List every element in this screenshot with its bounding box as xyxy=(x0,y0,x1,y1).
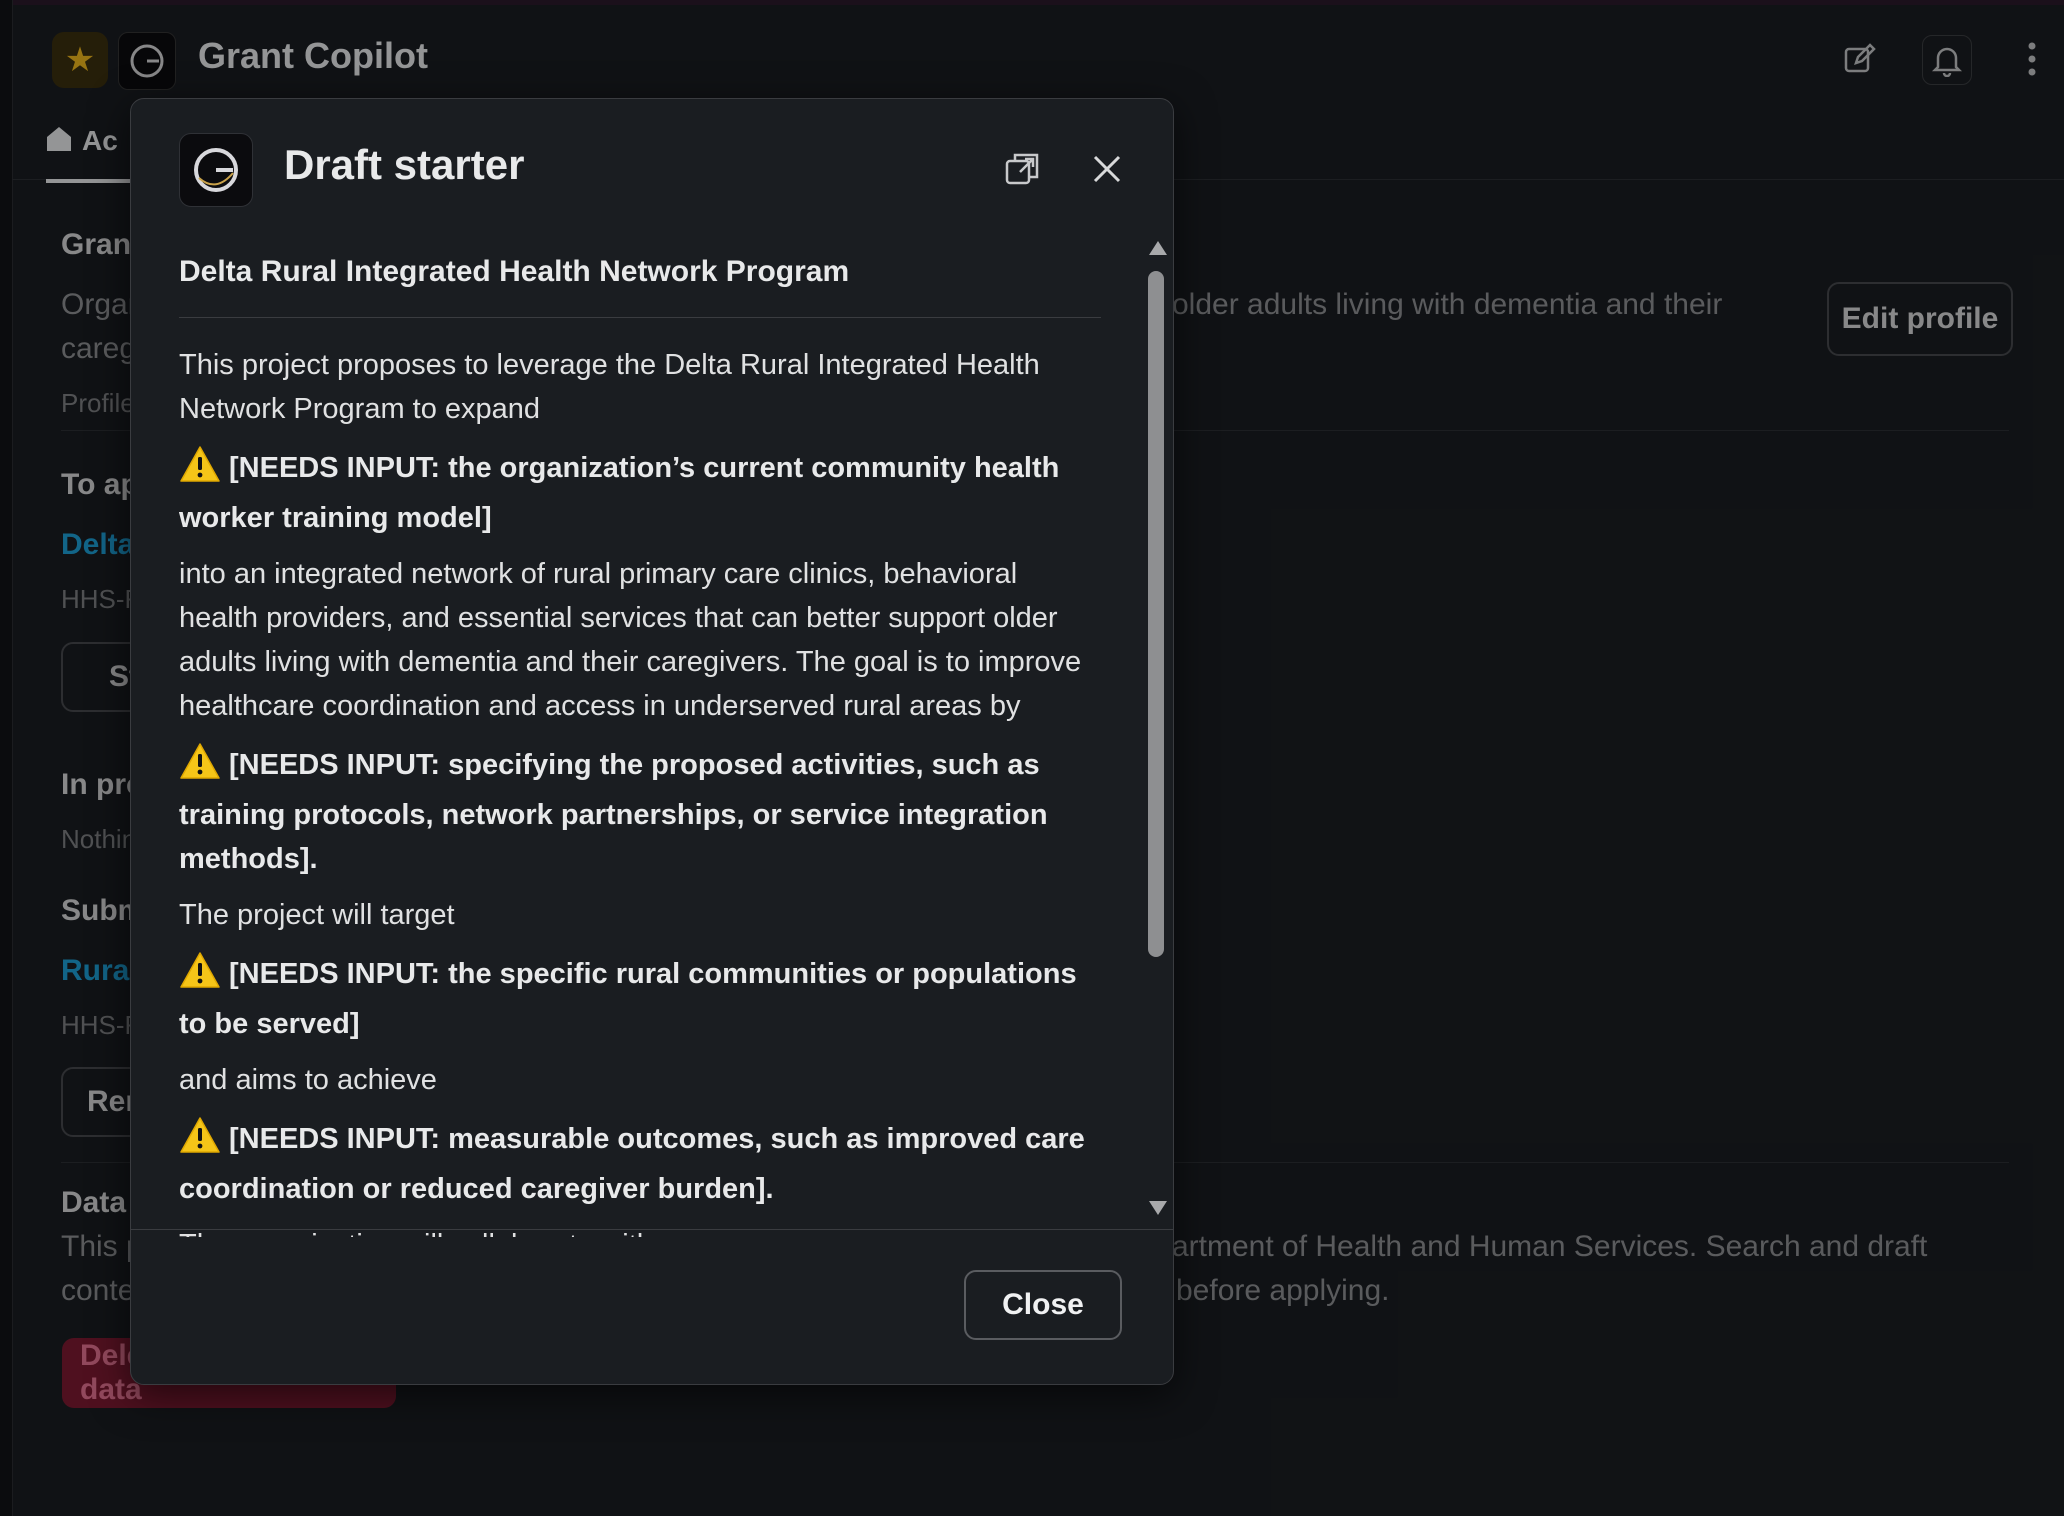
draft-paragraph: The project will target xyxy=(179,899,455,931)
draft-paragraph: into an integrated network of rural prim… xyxy=(179,558,1082,722)
needs-input-block: [NEEDS INPUT: specifying the proposed ac… xyxy=(179,742,1101,881)
draft-heading: Delta Rural Integrated Health Network Pr… xyxy=(179,255,850,288)
warning-icon xyxy=(179,445,221,496)
close-button[interactable]: Close xyxy=(964,1270,1122,1340)
needs-input-text: [NEEDS INPUT: the specific rural communi… xyxy=(179,958,1077,1040)
draft-paragraph: and aims to achieve xyxy=(179,1064,437,1096)
modal-scrollbar[interactable] xyxy=(1145,233,1167,1237)
modal-body[interactable]: Delta Rural Integrated Health Network Pr… xyxy=(179,233,1101,1237)
draft-paragraph: This project proposes to leverage the De… xyxy=(179,349,1040,425)
needs-input-block: [NEEDS INPUT: the specific rural communi… xyxy=(179,951,1101,1046)
modal-app-logo xyxy=(179,133,253,207)
draft-starter-modal: Draft starter Delta Rural Integrated Hea… xyxy=(130,98,1174,1385)
needs-input-text: [NEEDS INPUT: the organization’s current… xyxy=(179,452,1060,534)
heading-divider xyxy=(179,317,1101,318)
warning-icon xyxy=(179,1116,221,1167)
warning-icon xyxy=(179,951,221,1002)
scrollbar-thumb[interactable] xyxy=(1148,271,1164,957)
pop-out-icon[interactable] xyxy=(997,143,1049,195)
close-icon[interactable] xyxy=(1081,143,1133,195)
footer-divider xyxy=(131,1229,1173,1230)
warning-icon xyxy=(179,742,221,793)
draft-paragraph: The organization will collaborate with xyxy=(179,1223,1101,1237)
draft-content: This project proposes to leverage the De… xyxy=(179,343,1101,1237)
needs-input-block: [NEEDS INPUT: measurable outcomes, such … xyxy=(179,1116,1101,1211)
needs-input-block: [NEEDS INPUT: the organization’s current… xyxy=(179,445,1101,540)
scroll-up-arrow-icon[interactable] xyxy=(1149,241,1167,255)
needs-input-text: [NEEDS INPUT: specifying the proposed ac… xyxy=(179,749,1048,875)
scroll-down-arrow-icon[interactable] xyxy=(1149,1201,1167,1215)
modal-title: Draft starter xyxy=(284,141,525,188)
needs-input-text: [NEEDS INPUT: measurable outcomes, such … xyxy=(179,1123,1085,1205)
